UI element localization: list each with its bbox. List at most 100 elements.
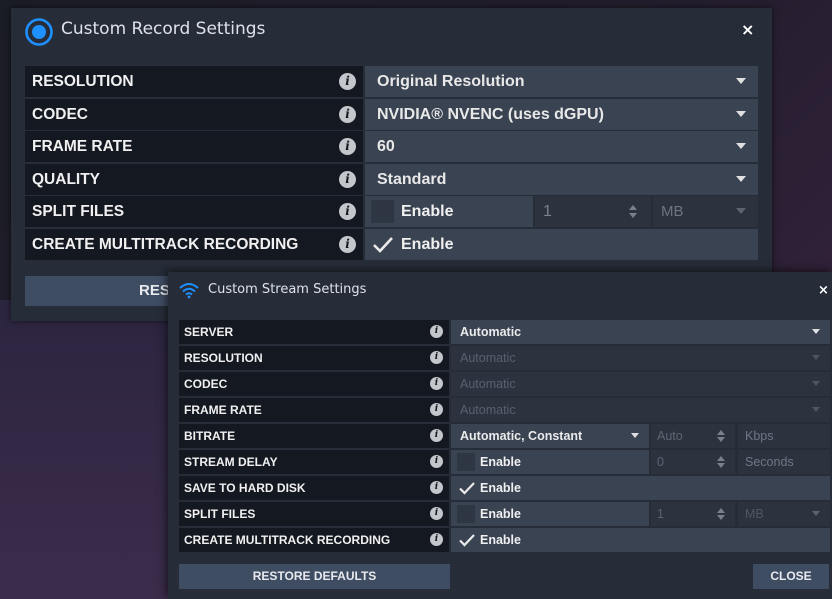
spin-up-icon[interactable] bbox=[717, 456, 725, 461]
custom-stream-settings-dialog: Custom Stream Settings × SERVER i Automa… bbox=[168, 272, 832, 599]
frame-rate-dropdown[interactable]: Automatic bbox=[451, 398, 830, 422]
input-value: 1 bbox=[543, 203, 552, 221]
record-icon bbox=[25, 18, 53, 46]
info-icon[interactable]: i bbox=[430, 429, 443, 442]
server-dropdown[interactable]: Automatic bbox=[451, 320, 830, 344]
stream-row-frame-rate: FRAME RATE i Automatic bbox=[179, 398, 830, 422]
chevron-down-icon bbox=[736, 175, 746, 182]
close-button[interactable]: CLOSE bbox=[753, 564, 829, 589]
info-icon[interactable]: i bbox=[339, 105, 356, 123]
record-row-codec: CODEC i NVIDIA® NVENC (uses dGPU) bbox=[25, 98, 758, 130]
input-value: 0 bbox=[657, 455, 664, 469]
stream-row-stream-delay: STREAM DELAY i Enable 0 Seconds bbox=[179, 450, 830, 474]
info-icon[interactable]: i bbox=[430, 507, 443, 520]
stream-row-resolution: RESOLUTION i Automatic bbox=[179, 346, 830, 370]
info-icon[interactable]: i bbox=[339, 73, 356, 90]
codec-dropdown[interactable]: Automatic bbox=[451, 372, 830, 396]
dropdown-value: MB bbox=[661, 203, 684, 221]
checkmark-icon[interactable] bbox=[458, 481, 476, 496]
info-icon[interactable]: i bbox=[430, 351, 443, 364]
spin-up-icon[interactable] bbox=[629, 205, 637, 211]
dropdown-value: Automatic bbox=[460, 325, 522, 339]
row-label: QUALITY bbox=[25, 163, 363, 195]
chevron-down-icon bbox=[812, 381, 820, 386]
bitrate-input[interactable]: Auto bbox=[651, 424, 735, 448]
checkbox-label: Enable bbox=[480, 455, 521, 469]
info-icon[interactable]: i bbox=[430, 325, 443, 338]
row-label: FRAME RATE bbox=[25, 131, 363, 163]
spin-up-icon[interactable] bbox=[717, 508, 725, 513]
unit-value: Seconds bbox=[745, 455, 794, 469]
chevron-down-icon bbox=[812, 355, 820, 360]
spin-down-icon[interactable] bbox=[717, 463, 725, 468]
bitrate-mode-dropdown[interactable]: Automatic, Constant bbox=[451, 424, 649, 448]
restore-defaults-button[interactable]: RESTORE DEFAULTS bbox=[179, 564, 450, 589]
split-unit-dropdown[interactable]: MB bbox=[738, 502, 830, 526]
info-icon[interactable]: i bbox=[430, 455, 443, 468]
checkbox-label: Enable bbox=[480, 533, 521, 547]
stream-row-codec: CODEC i Automatic bbox=[179, 372, 830, 396]
stream-settings-list: SERVER i Automatic RESOLUTION i Automati… bbox=[179, 320, 830, 554]
split-size-input[interactable]: 1 bbox=[651, 502, 735, 526]
row-label: CREATE MULTITRACK RECORDING bbox=[179, 528, 449, 552]
spin-down-icon[interactable] bbox=[717, 437, 725, 442]
row-label: RESOLUTION bbox=[179, 346, 449, 370]
row-label: RESOLUTION bbox=[25, 66, 363, 97]
dropdown-value: Automatic, Constant bbox=[460, 429, 583, 443]
row-label: BITRATE bbox=[179, 424, 449, 448]
background-panel bbox=[0, 300, 170, 599]
spin-down-icon[interactable] bbox=[629, 213, 637, 219]
stream-row-multitrack: CREATE MULTITRACK RECORDING i Enable bbox=[179, 528, 830, 552]
dropdown-value: MB bbox=[745, 507, 764, 521]
stream-dialog-title: Custom Stream Settings bbox=[208, 282, 367, 297]
stream-delay-input[interactable]: 0 bbox=[651, 450, 735, 474]
checkbox-label: Enable bbox=[480, 507, 521, 521]
info-icon[interactable]: i bbox=[430, 533, 443, 546]
close-icon[interactable]: × bbox=[818, 283, 829, 298]
split-unit-dropdown[interactable]: MB bbox=[653, 196, 758, 228]
record-row-quality: QUALITY i Standard bbox=[25, 163, 758, 195]
chevron-down-icon bbox=[631, 433, 639, 438]
spin-up-icon[interactable] bbox=[717, 430, 725, 435]
input-value: 1 bbox=[657, 507, 664, 521]
dropdown-value: NVIDIA® NVENC (uses dGPU) bbox=[377, 105, 604, 123]
record-row-split-files: SPLIT FILES i Enable 1 MB bbox=[25, 196, 758, 228]
resolution-dropdown[interactable]: Automatic bbox=[451, 346, 830, 370]
wifi-icon bbox=[179, 283, 199, 299]
dropdown-value: Automatic bbox=[460, 351, 516, 365]
restore-defaults-button[interactable]: RESTORE DEFAULTS bbox=[25, 276, 185, 306]
split-files-checkbox[interactable] bbox=[371, 200, 394, 224]
chevron-down-icon bbox=[736, 208, 746, 215]
stream-row-server: SERVER i Automatic bbox=[179, 320, 830, 344]
quality-dropdown[interactable]: Standard bbox=[365, 163, 758, 195]
info-icon[interactable]: i bbox=[339, 235, 356, 253]
dropdown-value: Automatic bbox=[460, 403, 516, 417]
info-icon[interactable]: i bbox=[430, 377, 443, 390]
info-icon[interactable]: i bbox=[430, 481, 443, 494]
checkbox-label: Enable bbox=[480, 481, 521, 495]
checkmark-icon[interactable] bbox=[372, 236, 394, 254]
chevron-down-icon bbox=[812, 511, 820, 516]
record-row-multitrack: CREATE MULTITRACK RECORDING i Enable bbox=[25, 228, 758, 260]
dropdown-value: Original Resolution bbox=[377, 73, 525, 90]
resolution-dropdown[interactable]: Original Resolution bbox=[365, 66, 758, 97]
input-value: Auto bbox=[657, 429, 683, 443]
chevron-down-icon bbox=[812, 407, 820, 412]
row-label: SAVE TO HARD DISK bbox=[179, 476, 449, 500]
spin-down-icon[interactable] bbox=[717, 515, 725, 520]
checkmark-icon[interactable] bbox=[458, 533, 476, 548]
dropdown-value: Automatic bbox=[460, 377, 516, 391]
split-size-input[interactable]: 1 bbox=[535, 196, 651, 228]
record-row-frame-rate: FRAME RATE i 60 bbox=[25, 131, 758, 163]
stream-delay-checkbox[interactable] bbox=[457, 453, 475, 471]
close-icon[interactable]: × bbox=[741, 20, 754, 39]
checkbox-label: Enable bbox=[401, 235, 454, 253]
row-label: STREAM DELAY bbox=[179, 450, 449, 474]
frame-rate-dropdown[interactable]: 60 bbox=[365, 131, 758, 163]
info-icon[interactable]: i bbox=[430, 403, 443, 416]
info-icon[interactable]: i bbox=[339, 170, 356, 188]
split-files-checkbox[interactable] bbox=[457, 505, 475, 523]
chevron-down-icon bbox=[736, 78, 746, 84]
codec-dropdown[interactable]: NVIDIA® NVENC (uses dGPU) bbox=[365, 98, 758, 130]
record-settings-list: RESOLUTION i Original Resolution CODEC i… bbox=[25, 66, 758, 262]
